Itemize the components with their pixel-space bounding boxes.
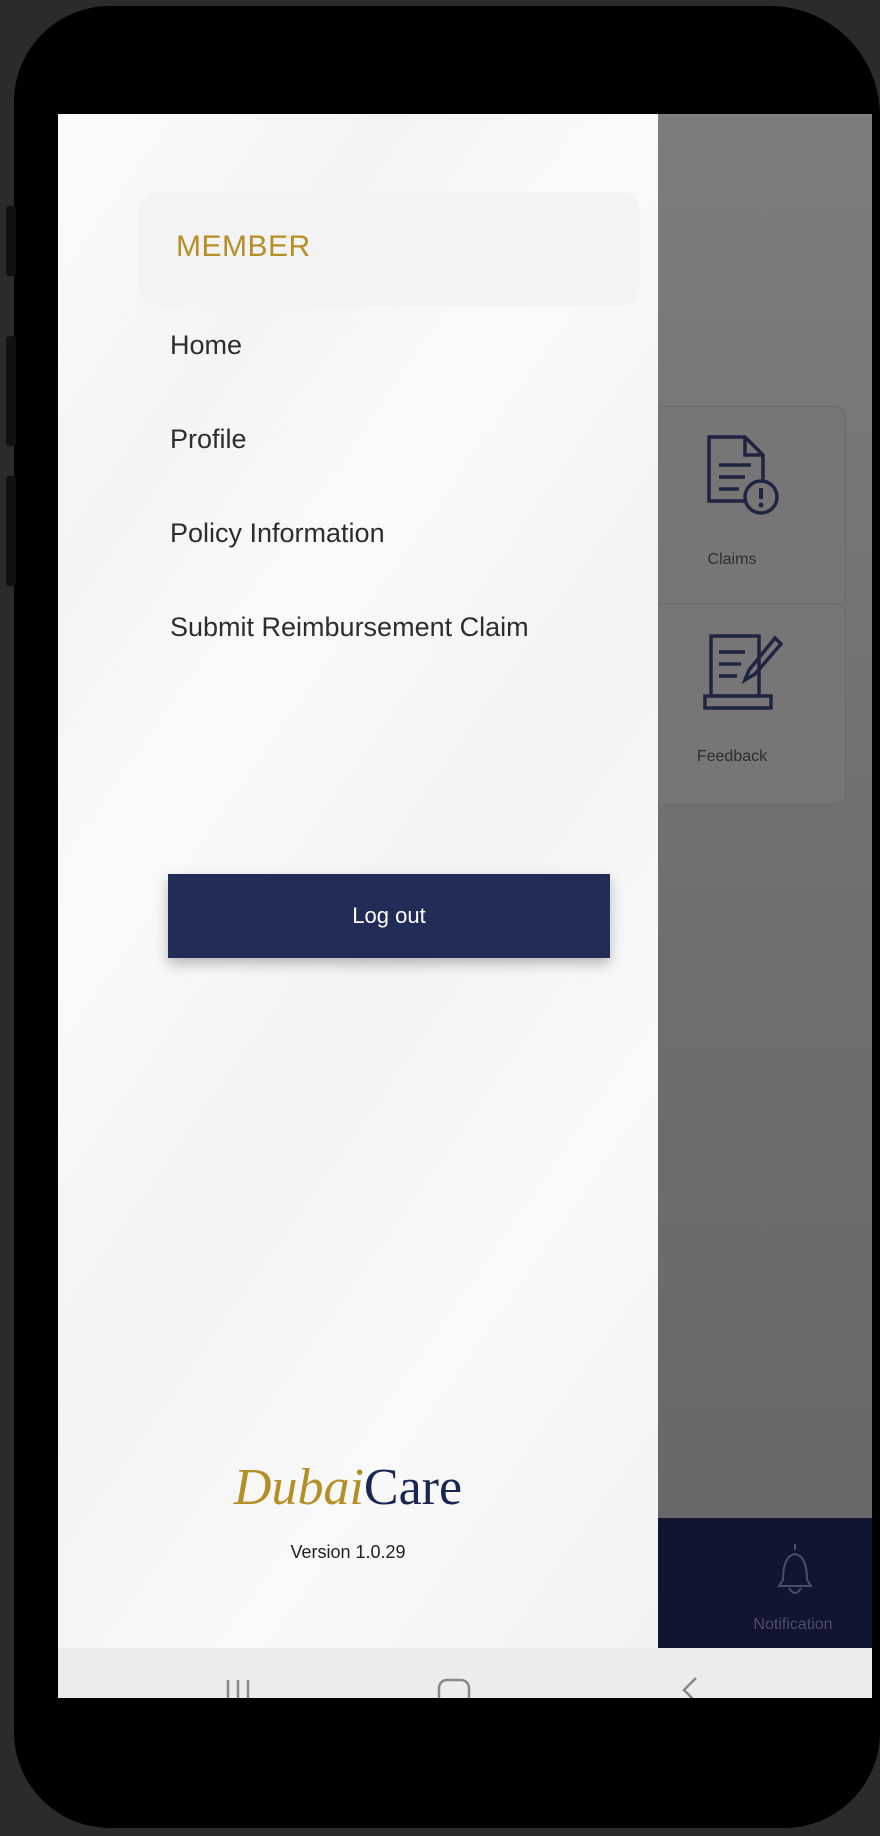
menu-item-profile[interactable]: Profile [170,424,247,455]
logo-part-dubai: Dubai [233,1459,364,1516]
version-label: Version 1.0.29 [290,1542,406,1562]
logo-part-care: Care [363,1459,463,1516]
claims-icon [707,435,779,515]
bell-icon [777,1544,813,1594]
menu-item-submit-reimbursement-claim[interactable]: Submit Reimbursement Claim [170,612,529,643]
notification-label: Notification [753,1616,833,1633]
back-icon[interactable] [670,1648,710,1698]
feedback-icon [703,634,784,710]
side-button [6,476,16,586]
logout-button[interactable]: Log out [168,874,610,958]
menu-item-home[interactable]: Home [170,330,242,361]
side-button [6,336,16,446]
menu-item-policy-information[interactable]: Policy Information [170,518,385,549]
recent-apps-icon[interactable] [218,1648,258,1698]
screen: Claims Feedback Notification MEMBER Home… [58,114,872,1698]
role-label: MEMBER [176,230,311,263]
dubaicare-logo: DubaiCare [118,1458,578,1518]
home-icon[interactable] [434,1648,474,1698]
phone-frame: Claims Feedback Notification MEMBER Home… [6,6,880,1828]
role-card: MEMBER [138,192,640,306]
navigation-drawer: MEMBER Home Profile Policy Information S… [58,114,658,1648]
system-nav-bar [58,1648,872,1698]
side-button [6,206,16,276]
